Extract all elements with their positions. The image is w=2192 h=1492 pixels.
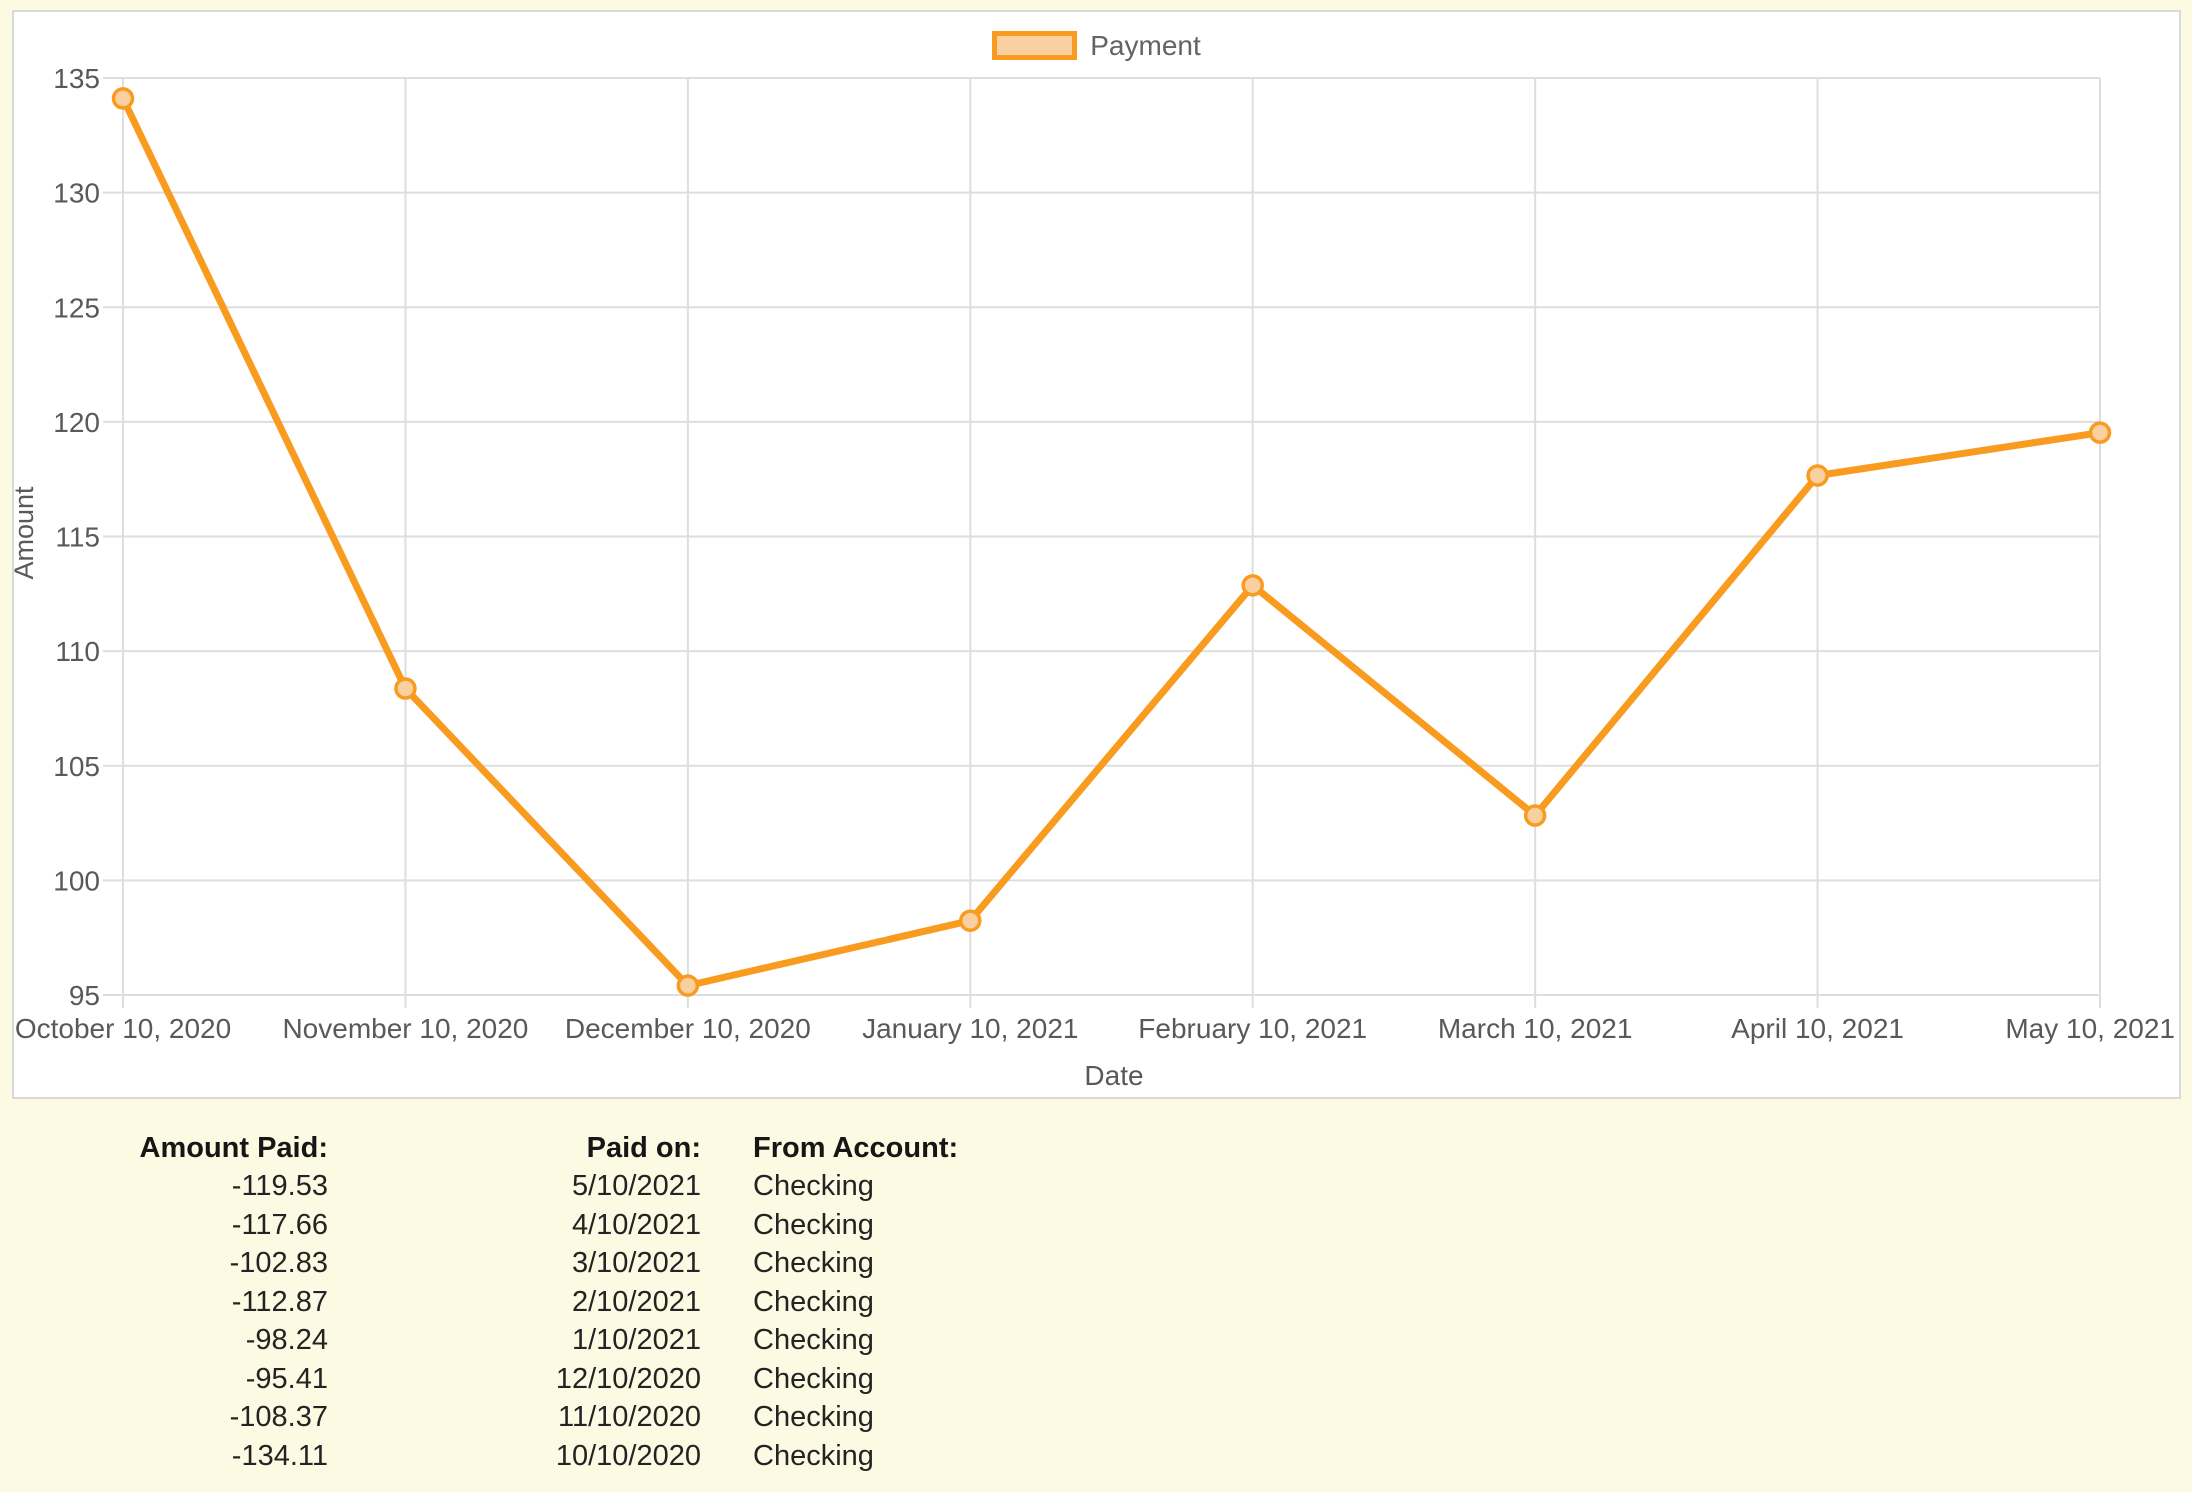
data-point-payment-5 [1526,806,1545,825]
data-point-payment-7 [2091,423,2110,442]
table-row[interactable]: -95.4112/10/2020Checking [0,1360,1153,1399]
y-tick-label-100: 100 [53,865,100,896]
table-row[interactable]: -134.1110/10/2020Checking [0,1437,1153,1476]
table-row[interactable]: -112.872/10/2021Checking [0,1283,1153,1322]
cell-from-account: Checking [701,1322,1153,1361]
payments-table-header: Amount Paid:Paid on:From Account: [0,1129,1153,1168]
header-cell-paid-on: Paid on: [328,1129,701,1168]
payments-table-body: -119.535/10/2021Checking-117.664/10/2021… [0,1168,1153,1476]
cell-from-account: Checking [701,1245,1153,1284]
cell-paid-on: 11/10/2020 [328,1399,701,1438]
cell-amount-paid: -95.41 [0,1360,328,1399]
x-tick-label-2: December 10, 2020 [565,1013,811,1044]
data-point-payment-1 [396,679,415,698]
data-point-payment-3 [961,911,980,930]
table-row[interactable]: -98.241/10/2021Checking [0,1322,1153,1361]
y-tick-label-115: 115 [55,522,100,553]
header-cell-amount-paid: Amount Paid: [0,1129,328,1168]
cell-paid-on: 1/10/2021 [328,1322,701,1361]
cell-from-account: Checking [701,1206,1153,1245]
payment-line-chart: 95 100 105 110 115 120 125 130 135 October 10, 20… [14,12,2179,1097]
cell-from-account: Checking [701,1283,1153,1322]
cell-paid-on: 4/10/2021 [328,1206,701,1245]
y-axis-title: Amount [14,486,39,580]
table-row[interactable]: -102.833/10/2021Checking [0,1245,1153,1284]
x-tick-label-3: January 10, 2021 [862,1013,1078,1044]
cell-from-account: Checking [701,1437,1153,1476]
cell-paid-on: 10/10/2020 [328,1437,701,1476]
table-header-row: Amount Paid:Paid on:From Account: [0,1129,1153,1168]
x-tick-label-6: April 10, 2021 [1731,1013,1904,1044]
y-tick-label-130: 130 [53,178,100,209]
y-tick-label-120: 120 [53,407,100,438]
cell-amount-paid: -119.53 [0,1168,328,1207]
cell-paid-on: 5/10/2021 [328,1168,701,1207]
cell-from-account: Checking [701,1168,1153,1207]
data-point-payment-6 [1808,466,1827,485]
cell-paid-on: 12/10/2020 [328,1360,701,1399]
cell-amount-paid: -98.24 [0,1322,328,1361]
y-tick-label-110: 110 [55,636,100,667]
payments-table: Amount Paid:Paid on:From Account: -119.5… [0,1129,1153,1476]
table-row[interactable]: -119.535/10/2021Checking [0,1168,1153,1207]
y-tick-label-95: 95 [69,980,100,1011]
cell-amount-paid: -112.87 [0,1283,328,1322]
data-point-payment-2 [678,976,697,995]
cell-from-account: Checking [701,1360,1153,1399]
y-tick-label-105: 105 [53,751,100,782]
x-axis-title: Date [1084,1060,1143,1091]
header-cell-from-account: From Account: [701,1129,1153,1168]
y-tick-label-135: 135 [53,63,100,94]
table-row[interactable]: -108.3711/10/2020Checking [0,1399,1153,1438]
cell-paid-on: 2/10/2021 [328,1283,701,1322]
cell-amount-paid: -102.83 [0,1245,328,1284]
x-tick-label-7: May 10, 2021 [2005,1013,2175,1044]
series-line-payment [123,98,2100,985]
data-point-payment-0 [114,89,133,108]
cell-amount-paid: -108.37 [0,1399,328,1438]
data-point-payment-4 [1243,576,1262,595]
x-tick-label-4: February 10, 2021 [1138,1013,1367,1044]
y-tick-label-125: 125 [53,292,100,323]
x-tick-label-5: March 10, 2021 [1438,1013,1633,1044]
cell-from-account: Checking [701,1399,1153,1438]
cell-paid-on: 3/10/2021 [328,1245,701,1284]
page-root: { "page": { "background": "#FCFAE2" }, "… [0,0,2192,1492]
x-tick-label-1: November 10, 2020 [282,1013,528,1044]
chart-panel: 95 100 105 110 115 120 125 130 135 October 10, 20… [12,10,2181,1099]
table-row[interactable]: -117.664/10/2021Checking [0,1206,1153,1245]
x-tick-label-0: October 10, 2020 [15,1013,231,1044]
cell-amount-paid: -117.66 [0,1206,328,1245]
cell-amount-paid: -134.11 [0,1437,328,1476]
